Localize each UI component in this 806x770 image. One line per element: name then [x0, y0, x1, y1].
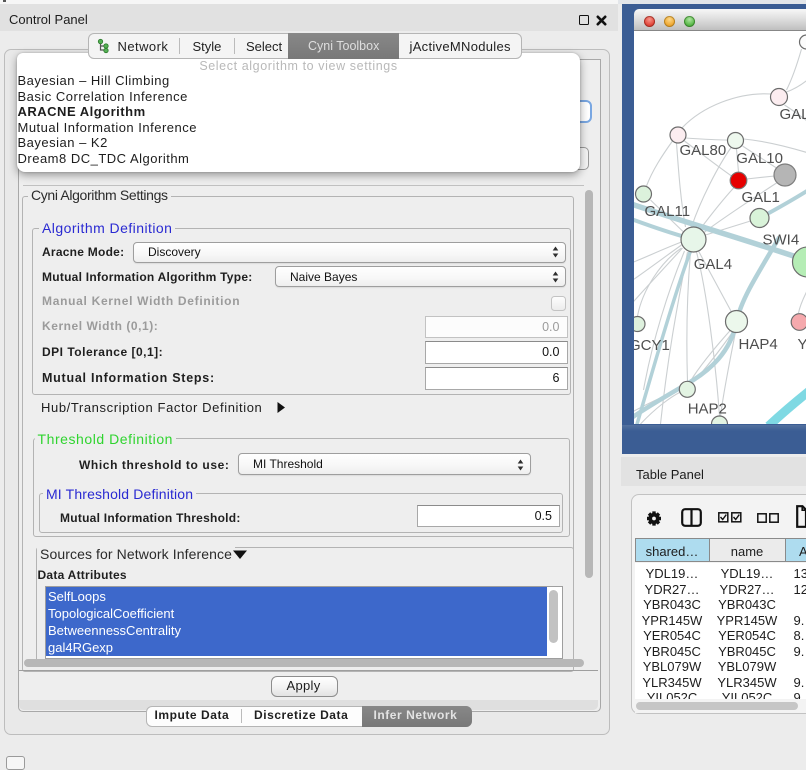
- svg-text:HAP4: HAP4: [738, 336, 777, 353]
- svg-text:GAL80: GAL80: [679, 142, 726, 159]
- svg-text:GAL11: GAL11: [644, 203, 690, 220]
- svg-text:GAL10: GAL10: [736, 150, 783, 167]
- svg-text:SWI4: SWI4: [762, 232, 799, 249]
- svg-text:HAP2: HAP2: [687, 401, 726, 418]
- svg-text:GCY1: GCY1: [634, 337, 670, 354]
- svg-text:GAL4: GAL4: [693, 256, 731, 273]
- svg-text:GAL: GAL: [779, 106, 806, 123]
- svg-text:Y: Y: [797, 336, 806, 353]
- svg-text:GAL1: GAL1: [741, 189, 779, 206]
